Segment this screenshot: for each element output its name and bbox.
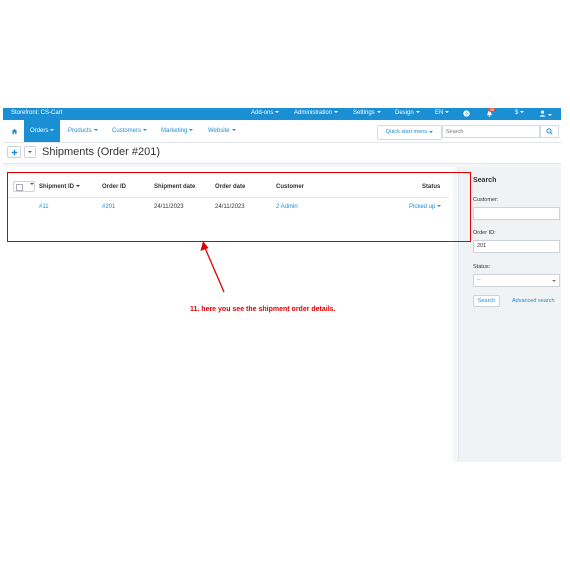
annotation-text: 11. here you see the shipment order deta… <box>190 306 336 313</box>
annotation-arrow-icon <box>200 241 225 293</box>
